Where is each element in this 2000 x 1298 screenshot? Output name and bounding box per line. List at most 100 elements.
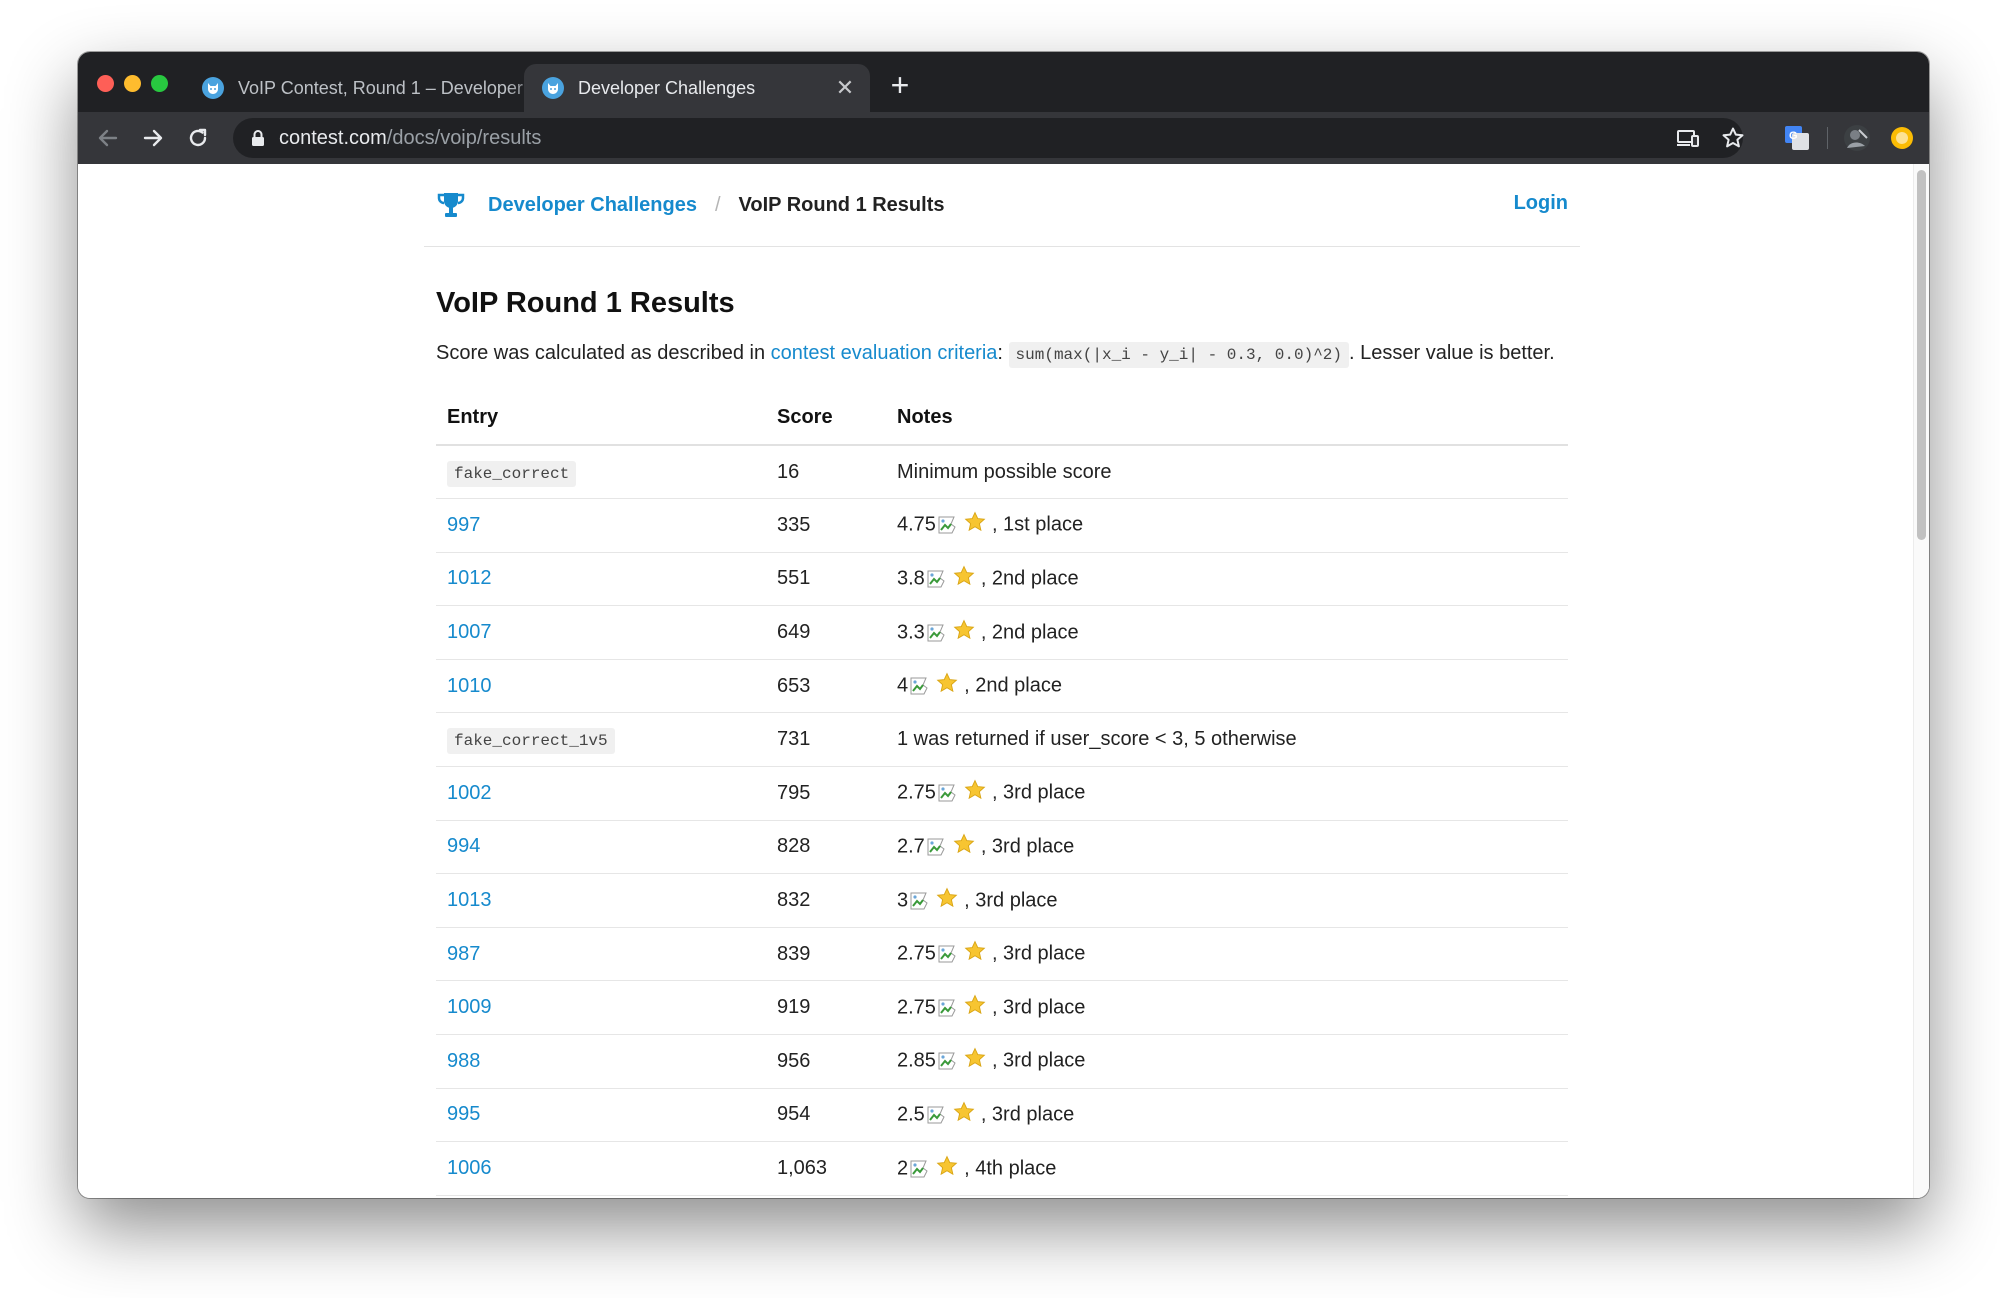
notes-cell: 4 , 2nd place <box>886 659 1568 714</box>
star-icon <box>953 1101 975 1129</box>
minimize-window-button[interactable] <box>124 75 141 92</box>
translate-extension-icon[interactable]: G <box>1782 123 1812 153</box>
breadcrumb-home-link[interactable]: Developer Challenges <box>488 194 697 217</box>
notes-cell: 2.85 , 3rd place <box>886 1034 1568 1089</box>
note-text: , 3rd place <box>991 942 1086 965</box>
score-cell: 1,063 <box>766 1141 886 1196</box>
rating-value: 2.75 <box>897 996 936 1019</box>
entry-link[interactable]: 1010 <box>436 659 766 714</box>
broken-image-icon <box>926 837 952 857</box>
profile-avatar-icon[interactable] <box>1842 123 1872 153</box>
table-row: 1013 832 3 , 3rd place <box>436 873 1568 928</box>
cast-icon[interactable] <box>1673 123 1703 153</box>
login-link[interactable]: Login <box>1514 192 1568 215</box>
table-row: 994 828 2.7 , 3rd place <box>436 820 1568 875</box>
entry-link[interactable]: 1012 <box>436 552 766 607</box>
entry-link[interactable]: 988 <box>436 1034 766 1089</box>
rating-value: 3.8 <box>897 567 925 590</box>
evaluation-criteria-link[interactable]: contest evaluation criteria <box>771 342 998 364</box>
tab-title: Developer Challenges <box>578 77 756 98</box>
bookmark-star-icon[interactable] <box>1718 123 1748 153</box>
note-text: Minimum possible score <box>897 460 1112 483</box>
note-text: , 3rd place <box>964 888 1058 911</box>
rating-value: 2.85 <box>897 1049 936 1072</box>
score-cell: 551 <box>766 552 886 607</box>
url-path: /docs/voip/results <box>386 126 542 149</box>
score-cell: 956 <box>766 1034 886 1089</box>
description-suffix: . Lesser value is better. <box>1349 342 1555 364</box>
note-text: , 3rd place <box>991 1049 1086 1072</box>
score-cell: 832 <box>766 873 886 928</box>
close-tab-icon[interactable]: ✕ <box>830 75 860 101</box>
star-icon <box>936 887 958 915</box>
note-text: , 2nd place <box>980 620 1079 643</box>
vertical-scrollbar[interactable] <box>1913 164 1929 1198</box>
table-row: 997 335 4.75 , 1st place <box>436 498 1568 553</box>
entry-cell: fake_correct <box>436 445 766 500</box>
scrollbar-thumb[interactable] <box>1917 170 1926 540</box>
entry-link[interactable]: 1002 <box>436 766 766 821</box>
table-row: 987 839 2.75 , 3rd place <box>436 927 1568 982</box>
entry-link[interactable]: 987 <box>436 927 766 982</box>
table-row: 1007 649 3.3 , 2nd place <box>436 605 1568 660</box>
rating-value: 2 <box>897 1156 909 1179</box>
notes-cell: 1 was returned if user_score < 3, 5 othe… <box>886 712 1568 768</box>
description-colon: : <box>997 342 1009 364</box>
reload-button[interactable] <box>182 122 214 154</box>
table-row: 1012 551 3.8 , 2nd place <box>436 552 1568 607</box>
entry-link[interactable]: 995 <box>436 1088 766 1143</box>
notes-cell: 2.5 , 3rd place <box>886 1088 1568 1143</box>
star-icon <box>964 1047 986 1075</box>
star-icon <box>953 833 975 861</box>
note-text: , 3rd place <box>980 835 1075 858</box>
broken-image-icon <box>909 891 935 911</box>
score-formula: sum(max(|x_i - y_i| - 0.3, 0.0)^2) <box>1008 342 1349 368</box>
broken-image-icon <box>909 1159 935 1179</box>
description-prefix: Score was calculated as described in <box>436 342 771 364</box>
star-icon <box>953 565 975 593</box>
page-title: VoIP Round 1 Results <box>436 287 735 319</box>
breadcrumb-separator: / <box>714 193 721 216</box>
close-window-button[interactable] <box>97 75 114 92</box>
rating-value: 2.7 <box>897 835 925 858</box>
note-text: 1 was returned if user_score < 3, 5 othe… <box>897 728 1297 751</box>
table-row: 988 956 2.85 , 3rd place <box>436 1034 1568 1089</box>
note-text: , 3rd place <box>991 996 1086 1019</box>
tab-developer-challenges[interactable]: Developer Challenges ✕ <box>524 64 870 112</box>
address-bar[interactable]: contest.com/docs/voip/results <box>233 118 1743 158</box>
broken-image-icon <box>909 676 935 696</box>
entry-link[interactable]: 1013 <box>436 873 766 928</box>
table-header-row: Entry Score Notes <box>436 390 1568 446</box>
trophy-icon[interactable] <box>436 190 466 220</box>
toolbar-separator <box>1827 127 1828 149</box>
star-icon <box>936 1155 958 1183</box>
score-cell: 919 <box>766 980 886 1036</box>
star-icon <box>953 619 975 647</box>
entry-link[interactable]: 1009 <box>436 980 766 1036</box>
maximize-window-button[interactable] <box>151 75 168 92</box>
entry-link[interactable]: 994 <box>436 820 766 875</box>
notes-cell: 4.75 , 1st place <box>886 498 1568 553</box>
entry-link[interactable]: 1007 <box>436 605 766 660</box>
back-button[interactable] <box>92 122 124 154</box>
entry-link[interactable]: 1006 <box>436 1141 766 1196</box>
table-row: 1010 653 4 , 2nd place <box>436 659 1568 714</box>
page-content: VoIP Round 1 Results Score was calculate… <box>424 287 1580 1196</box>
broken-image-icon <box>937 783 963 803</box>
new-tab-button[interactable]: + <box>881 67 919 105</box>
notes-cell: 3.3 , 2nd place <box>886 605 1568 660</box>
rating-value: 3.3 <box>897 620 925 643</box>
star-icon <box>964 511 986 539</box>
browser-window: VoIP Contest, Round 1 – Developer Challe… <box>78 52 1929 1198</box>
note-text: , 1st place <box>991 513 1084 536</box>
telegram-cat-icon <box>202 77 224 99</box>
star-icon <box>936 672 958 700</box>
note-text: , 3rd place <box>991 781 1086 804</box>
entry-link[interactable]: 997 <box>436 498 766 553</box>
tab-title: VoIP Contest, Round 1 – Developer Challe… <box>238 77 554 98</box>
table-row: 1006 1,063 2 , 4th place <box>436 1141 1568 1196</box>
forward-button[interactable] <box>137 122 169 154</box>
breadcrumb-current: VoIP Round 1 Results <box>738 193 945 216</box>
extension-coin-icon[interactable] <box>1887 123 1917 153</box>
score-cell: 828 <box>766 820 886 875</box>
